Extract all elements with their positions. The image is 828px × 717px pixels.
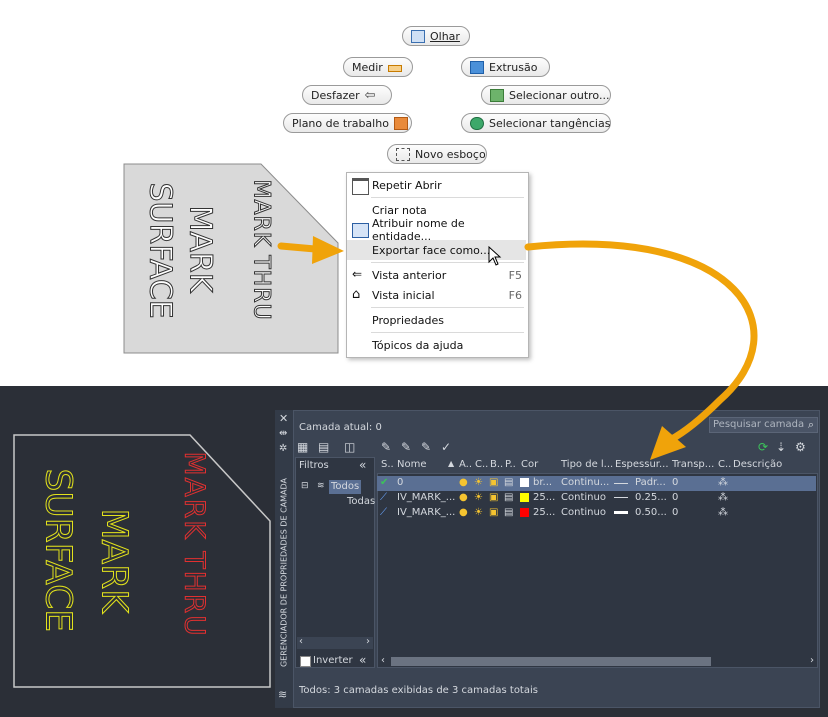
arrow-to-menu xyxy=(277,242,319,253)
annotation-arrows xyxy=(277,236,758,460)
arrow-head-menu xyxy=(312,236,344,264)
arrow-to-panel xyxy=(524,240,758,444)
